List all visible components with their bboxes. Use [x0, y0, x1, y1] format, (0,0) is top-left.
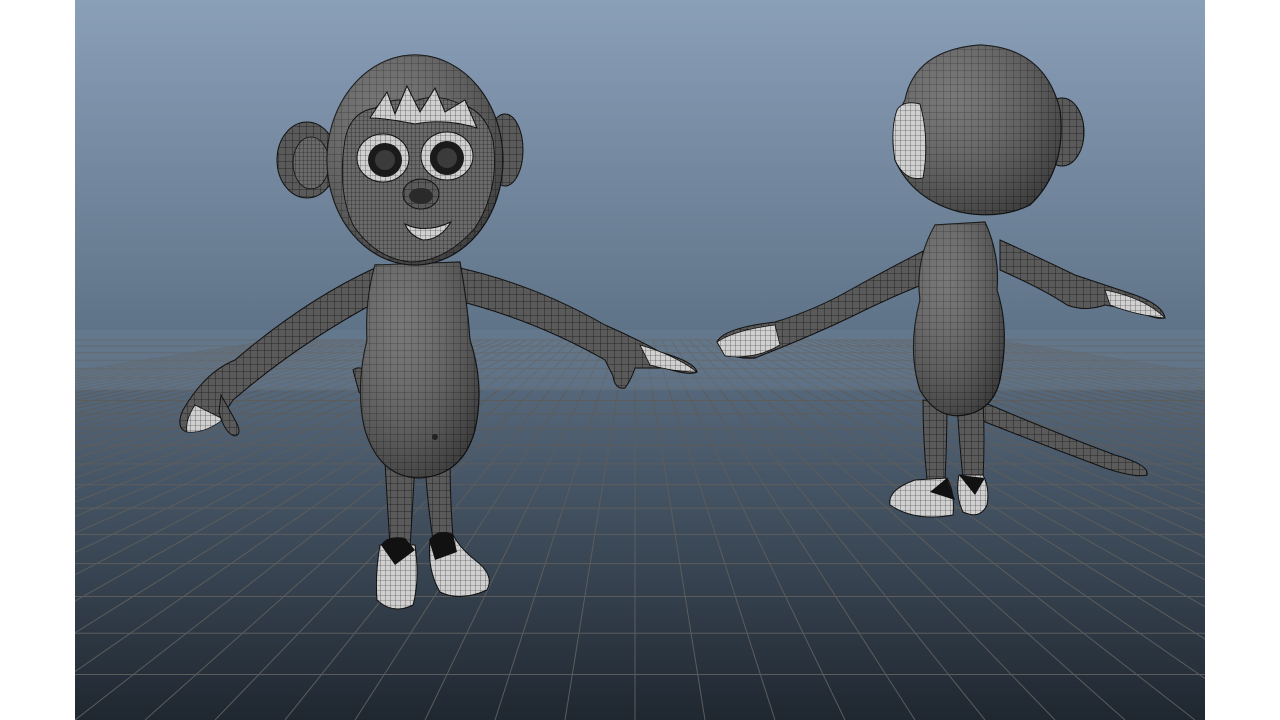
- viewport-canvas[interactable]: [75, 0, 1205, 720]
- 3d-viewport[interactable]: [75, 0, 1205, 720]
- app-frame: [0, 0, 1280, 720]
